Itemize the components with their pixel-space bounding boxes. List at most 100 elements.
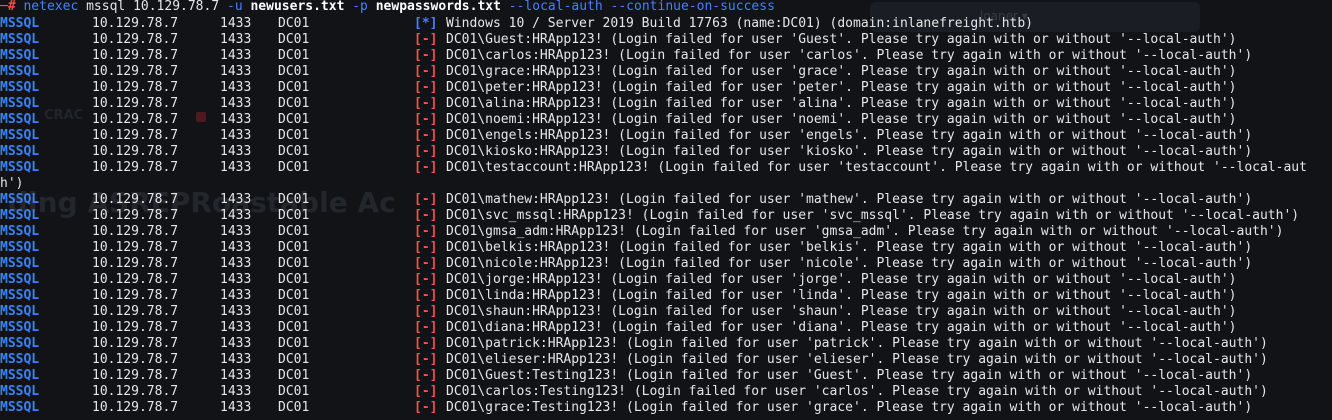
output-row: MSSQL 10.129.78.7 1433 DC01 [-] DC01\shaun:HR… bbox=[0, 304, 1332, 320]
host-name: DC01 bbox=[278, 192, 310, 207]
host-name: DC01 bbox=[278, 336, 310, 351]
result-message: DC01\belkis:HRApp123! (Login failed for … bbox=[446, 240, 1253, 255]
ip-address: 10.129.78.7 bbox=[92, 208, 179, 223]
status-indicator: [-] bbox=[414, 80, 438, 95]
protocol-label: MSSQL bbox=[0, 144, 40, 159]
status-indicator: [-] bbox=[414, 400, 438, 415]
result-message: DC01\elieser:HRApp123! (Login failed for… bbox=[446, 352, 1268, 367]
port-number: 1433 bbox=[220, 224, 252, 239]
output-row: MSSQL 10.129.78.7 1433 DC01 [-] DC01\patrick:… bbox=[0, 336, 1332, 352]
host-name: DC01 bbox=[278, 304, 310, 319]
protocol-label: MSSQL bbox=[0, 80, 40, 95]
protocol-label: MSSQL bbox=[0, 368, 40, 383]
output-row: MSSQL 10.129.78.7 1433 DC01 [-] DC01\testacco… bbox=[0, 160, 1332, 176]
status-indicator: [-] bbox=[414, 64, 438, 79]
port-number: 1433 bbox=[220, 256, 252, 271]
port-number: 1433 bbox=[220, 288, 252, 303]
status-indicator: [-] bbox=[414, 352, 438, 367]
protocol-label: MSSQL bbox=[0, 272, 40, 287]
output-row: MSSQL 10.129.78.7 1433 DC01 [-] DC01\grace:Te… bbox=[0, 400, 1332, 416]
command-args: mssql 10.129.78.7 bbox=[78, 0, 227, 14]
ip-address: 10.129.78.7 bbox=[92, 288, 179, 303]
port-number: 1433 bbox=[220, 192, 252, 207]
status-indicator: [-] bbox=[414, 160, 438, 175]
port-number: 1433 bbox=[220, 368, 252, 383]
result-message: DC01\linda:HRApp123! (Login failed for u… bbox=[446, 288, 1237, 303]
port-number: 1433 bbox=[220, 80, 252, 95]
host-name: DC01 bbox=[278, 352, 310, 367]
protocol-label: MSSQL bbox=[0, 352, 40, 367]
host-name: DC01 bbox=[278, 256, 310, 271]
ip-address: 10.129.78.7 bbox=[92, 368, 179, 383]
terminal-output: ─# netexec mssql 10.129.78.7 -u newusers… bbox=[0, 0, 1332, 416]
result-message: DC01\peter:HRApp123! (Login failed for u… bbox=[446, 80, 1237, 95]
host-name: DC01 bbox=[278, 160, 310, 175]
status-indicator: [-] bbox=[414, 224, 438, 239]
result-message: DC01\grace:HRApp123! (Login failed for u… bbox=[446, 64, 1237, 79]
status-indicator: [-] bbox=[414, 288, 438, 303]
output-row: MSSQL 10.129.78.7 1433 DC01 [-] DC01\noemi:HR… bbox=[0, 112, 1332, 128]
port-number: 1433 bbox=[220, 112, 252, 127]
host-name: DC01 bbox=[278, 16, 310, 31]
status-indicator: [-] bbox=[414, 304, 438, 319]
ip-address: 10.129.78.7 bbox=[92, 128, 179, 143]
status-indicator: [-] bbox=[414, 208, 438, 223]
ip-address: 10.129.78.7 bbox=[92, 336, 179, 351]
result-message: DC01\patrick:HRApp123! (Login failed for… bbox=[446, 336, 1268, 351]
status-indicator: [*] bbox=[414, 16, 438, 31]
users-file: newusers.txt bbox=[242, 0, 353, 14]
result-message: DC01\svc_mssql:HRApp123! (Login failed f… bbox=[446, 208, 1300, 223]
protocol-label: MSSQL bbox=[0, 400, 40, 415]
host-name: DC01 bbox=[278, 112, 310, 127]
result-message: DC01\Guest:Testing123! (Login failed for… bbox=[446, 368, 1253, 383]
host-name: DC01 bbox=[278, 384, 310, 399]
protocol-label: MSSQL bbox=[0, 384, 40, 399]
ip-address: 10.129.78.7 bbox=[92, 80, 179, 95]
port-number: 1433 bbox=[220, 304, 252, 319]
output-row: MSSQL 10.129.78.7 1433 DC01 [-] DC01\carlos:H… bbox=[0, 48, 1332, 64]
port-number: 1433 bbox=[220, 400, 252, 415]
port-number: 1433 bbox=[220, 352, 252, 367]
wrapped-line: h') bbox=[0, 176, 24, 191]
result-message: DC01\jorge:HRApp123! (Login failed for u… bbox=[446, 272, 1237, 287]
command-tool: netexec bbox=[23, 0, 79, 14]
host-name: DC01 bbox=[278, 208, 310, 223]
port-number: 1433 bbox=[220, 32, 252, 47]
protocol-label: MSSQL bbox=[0, 336, 40, 351]
status-indicator: [-] bbox=[414, 256, 438, 271]
ip-address: 10.129.78.7 bbox=[92, 400, 179, 415]
port-number: 1433 bbox=[220, 208, 252, 223]
option-local-auth: --local-auth bbox=[508, 0, 603, 14]
protocol-label: MSSQL bbox=[0, 96, 40, 111]
protocol-label: MSSQL bbox=[0, 304, 40, 319]
ip-address: 10.129.78.7 bbox=[92, 144, 179, 159]
output-row: MSSQL 10.129.78.7 1433 DC01 [-] DC01\linda:HR… bbox=[0, 288, 1332, 304]
ip-address: 10.129.78.7 bbox=[92, 320, 179, 335]
ip-address: 10.129.78.7 bbox=[92, 48, 179, 63]
host-name: DC01 bbox=[278, 272, 310, 287]
output-row: MSSQL 10.129.78.7 1433 DC01 [-] DC01\jorge:HR… bbox=[0, 272, 1332, 288]
output-row: MSSQL 10.129.78.7 1433 DC01 [-] DC01\Guest:HR… bbox=[0, 32, 1332, 48]
output-row: MSSQL 10.129.78.7 1433 DC01 [-] DC01\kiosko:H… bbox=[0, 144, 1332, 160]
ip-address: 10.129.78.7 bbox=[92, 240, 179, 255]
result-message: DC01\carlos:HRApp123! (Login failed for … bbox=[446, 48, 1253, 63]
command-line: ─# netexec mssql 10.129.78.7 -u newusers… bbox=[0, 0, 1332, 16]
shell-prompt: ─# bbox=[0, 0, 24, 14]
protocol-label: MSSQL bbox=[0, 240, 40, 255]
result-message: DC01\gmsa_adm:HRApp123! (Login failed fo… bbox=[446, 224, 1284, 239]
ip-address: 10.129.78.7 bbox=[92, 272, 179, 287]
result-message: DC01\shaun:HRApp123! (Login failed for u… bbox=[446, 304, 1237, 319]
output-row: MSSQL 10.129.78.7 1433 DC01 [-] DC01\alina:HR… bbox=[0, 96, 1332, 112]
status-indicator: [-] bbox=[414, 368, 438, 383]
protocol-label: MSSQL bbox=[0, 192, 40, 207]
status-indicator: [-] bbox=[414, 96, 438, 111]
status-indicator: [-] bbox=[414, 384, 438, 399]
protocol-label: MSSQL bbox=[0, 32, 40, 47]
port-number: 1433 bbox=[220, 320, 252, 335]
protocol-label: MSSQL bbox=[0, 112, 40, 127]
ip-address: 10.129.78.7 bbox=[92, 96, 179, 111]
status-indicator: [-] bbox=[414, 240, 438, 255]
status-indicator: [-] bbox=[414, 128, 438, 143]
result-message: DC01\noemi:HRApp123! (Login failed for u… bbox=[446, 112, 1237, 127]
port-number: 1433 bbox=[220, 128, 252, 143]
